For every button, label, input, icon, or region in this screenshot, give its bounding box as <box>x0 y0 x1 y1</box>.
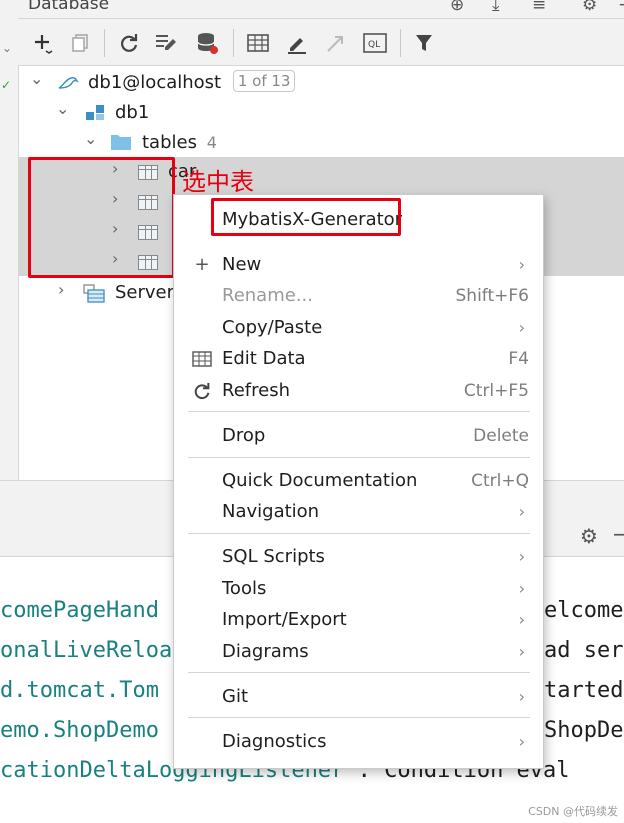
watermark: CSDN @代码续发 <box>528 805 618 818</box>
menu-item-git[interactable]: Git › <box>174 682 543 712</box>
chevron-right-icon: › <box>518 687 525 706</box>
menu-item-rename[interactable]: Rename... Shift+F6 <box>174 281 543 311</box>
chevron-right-icon: › <box>518 642 525 661</box>
panel-title: Database <box>28 0 110 14</box>
connection-label: db1@localhost <box>88 72 222 93</box>
menu-item-refresh[interactable]: Refresh Ctrl+F5 <box>174 376 543 406</box>
data-source-properties-icon[interactable] <box>154 31 178 55</box>
filter-lines-icon[interactable]: ≡ <box>532 0 546 15</box>
menu-item-quick-documentation[interactable]: Quick Documentation Ctrl+Q <box>174 466 543 496</box>
console-line-tail: tarted <box>544 678 624 703</box>
menu-item-edit-data[interactable]: Edit Data F4 <box>174 344 543 374</box>
check-icon: ✓ <box>1 78 12 92</box>
ql-console-icon[interactable]: QL <box>363 31 387 55</box>
gear-icon[interactable]: ⚙ <box>580 524 598 548</box>
mysql-dolphin-icon <box>57 72 79 96</box>
console-line: onalLiveReloa <box>0 638 173 663</box>
chevron-right-icon: › <box>518 579 525 598</box>
chevron-right-icon: › <box>518 318 525 337</box>
svg-text:QL: QL <box>368 40 380 50</box>
gear-icon[interactable]: ⚙ <box>582 0 597 15</box>
chevron-right-icon: › <box>518 610 525 629</box>
menu-item-diagnostics[interactable]: Diagnostics › <box>174 727 543 757</box>
chevron-right-icon: › <box>518 547 525 566</box>
generator-highlight-annotation <box>211 198 401 236</box>
database-toolbar: QL <box>18 19 624 66</box>
database-icon[interactable] <box>195 31 219 55</box>
left-tool-strip: ⌄ ✓ <box>0 0 19 518</box>
console-line: emo.ShopDemo <box>0 718 159 743</box>
chevron-right-icon: › <box>518 502 525 521</box>
jump-to-icon[interactable] <box>324 31 348 55</box>
annotation-text: 选中表 <box>182 168 254 196</box>
tables-folder-node[interactable]: tables 4 <box>142 128 217 158</box>
table-icon <box>192 344 212 377</box>
menu-item-sql-scripts[interactable]: SQL Scripts › <box>174 542 543 572</box>
menu-item-new[interactable]: + New › <box>174 250 543 280</box>
server-objects-label: Server <box>115 282 175 303</box>
plus-icon: + <box>194 254 210 275</box>
menu-item-drop[interactable]: Drop Delete <box>174 421 543 451</box>
chevron-right-icon[interactable]: › <box>58 280 64 299</box>
console-line: comePageHand <box>0 598 159 623</box>
tables-selection-annotation <box>28 157 175 278</box>
refresh-icon <box>192 376 212 411</box>
panel-title-bar: Database ⊕ ⤓ ≡ ⚙ − <box>18 0 624 19</box>
chevron-right-icon: › <box>518 255 525 274</box>
context-menu: MybatisX-Generator + New › Rename... Shi… <box>173 194 544 769</box>
console-line: d.tomcat.Tom <box>0 678 159 703</box>
chevron-down-icon[interactable]: ⌄ <box>30 69 43 88</box>
collapse-all-icon[interactable]: ⤓ <box>492 0 500 15</box>
folder-icon <box>110 133 132 155</box>
menu-item-diagrams[interactable]: Diagrams › <box>174 637 543 667</box>
refresh-icon[interactable] <box>117 31 141 55</box>
chevron-right-icon: › <box>518 732 525 751</box>
schema-icon <box>84 103 106 127</box>
server-objects-node[interactable]: Server <box>115 278 174 308</box>
add-icon[interactable] <box>30 31 54 55</box>
minimize-icon[interactable]: − <box>618 0 624 15</box>
globe-icon[interactable]: ⊕ <box>450 0 464 15</box>
duplicate-icon[interactable] <box>68 31 92 55</box>
server-objects-icon <box>83 284 107 308</box>
database-node[interactable]: db1 <box>115 98 149 128</box>
edit-icon[interactable] <box>285 31 309 55</box>
tables-count: 4 <box>206 133 217 152</box>
menu-item-tools[interactable]: Tools › <box>174 574 543 604</box>
menu-item-navigation[interactable]: Navigation › <box>174 497 543 527</box>
console-line-tail: ad ser <box>544 638 624 663</box>
chevron-down-icon[interactable]: ⌄ <box>2 41 12 55</box>
menu-item-import-export[interactable]: Import/Export › <box>174 605 543 635</box>
minimize-icon[interactable]: − <box>612 522 624 546</box>
menu-item-copy-paste[interactable]: Copy/Paste › <box>174 313 543 343</box>
connection-badge: 1 of 13 <box>232 70 296 92</box>
table-icon[interactable] <box>246 31 270 55</box>
console-line-tail: ShopDe <box>544 718 624 743</box>
chevron-down-icon[interactable]: ⌄ <box>56 99 69 118</box>
filter-icon[interactable] <box>412 31 436 55</box>
tables-folder-label: tables <box>142 132 197 153</box>
chevron-down-icon[interactable]: ⌄ <box>84 129 97 148</box>
database-label: db1 <box>115 102 150 123</box>
connection-node[interactable]: db1@localhost 1 of 13 <box>88 68 296 98</box>
console-line-tail: elcome <box>544 598 624 623</box>
